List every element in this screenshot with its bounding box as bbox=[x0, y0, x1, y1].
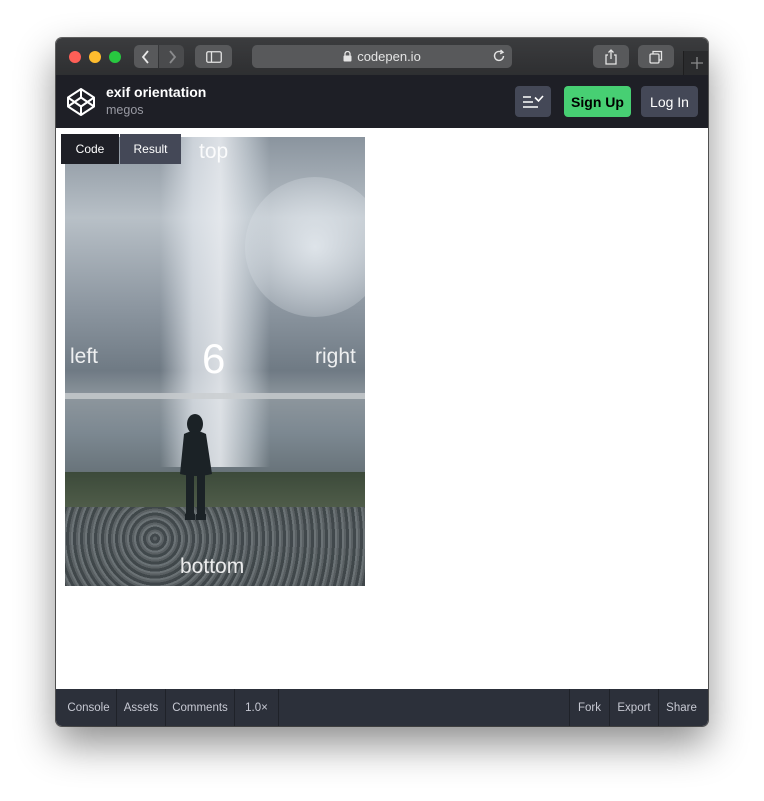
address-bar[interactable]: codepen.io bbox=[252, 45, 512, 68]
codepen-logo-icon[interactable] bbox=[66, 87, 96, 122]
new-tab-button[interactable] bbox=[683, 51, 708, 75]
show-tabs-button[interactable] bbox=[638, 45, 674, 68]
back-icon bbox=[141, 49, 149, 64]
forward-button[interactable] bbox=[159, 45, 184, 68]
sidebar-toggle-button[interactable] bbox=[195, 45, 232, 68]
orientation-bottom-label: bottom bbox=[180, 555, 245, 578]
pen-author[interactable]: megos bbox=[106, 103, 144, 117]
view-toggle-icon bbox=[523, 94, 544, 108]
exif-photo: top left right bottom 6 bbox=[65, 137, 365, 586]
orientation-right-label: right bbox=[315, 345, 356, 368]
result-tab[interactable]: Result bbox=[120, 134, 181, 164]
browser-window: codepen.io exif orientation megos Sign U… bbox=[56, 38, 708, 726]
tabs-icon bbox=[649, 50, 663, 64]
pen-title[interactable]: exif orientation bbox=[106, 84, 206, 100]
back-button[interactable] bbox=[134, 45, 158, 68]
browser-toolbar: codepen.io bbox=[56, 38, 708, 76]
forward-icon bbox=[168, 49, 176, 64]
console-button[interactable]: Console bbox=[61, 689, 117, 726]
comments-button[interactable]: Comments bbox=[166, 689, 235, 726]
share-button[interactable] bbox=[593, 45, 629, 68]
codepen-footer: Console Assets Comments 1.0× Fork Export… bbox=[56, 689, 708, 726]
orientation-top-label: top bbox=[199, 140, 229, 163]
share-icon bbox=[605, 48, 617, 65]
plus-icon bbox=[690, 57, 703, 69]
orientation-left-label: left bbox=[70, 345, 99, 368]
photo-horizon bbox=[65, 393, 365, 399]
codepen-header: exif orientation megos Sign Up Log In bbox=[56, 75, 708, 128]
sidebar-icon bbox=[205, 50, 222, 63]
fork-button[interactable]: Fork bbox=[569, 689, 609, 726]
reload-icon[interactable] bbox=[492, 49, 506, 66]
lock-icon bbox=[343, 51, 352, 62]
zoom-button[interactable]: 1.0× bbox=[235, 689, 279, 726]
export-button[interactable]: Export bbox=[609, 689, 658, 726]
code-tab[interactable]: Code bbox=[61, 134, 119, 164]
orientation-number: 6 bbox=[202, 335, 226, 382]
url-text: codepen.io bbox=[357, 49, 421, 64]
person-silhouette bbox=[180, 414, 212, 520]
zoom-window-button[interactable] bbox=[109, 51, 121, 63]
assets-button[interactable]: Assets bbox=[117, 689, 166, 726]
sign-up-button[interactable]: Sign Up bbox=[564, 86, 631, 117]
result-pane: top left right bottom 6 Code Result bbox=[56, 128, 708, 689]
change-view-button[interactable] bbox=[515, 86, 551, 117]
minimize-window-button[interactable] bbox=[89, 51, 101, 63]
close-window-button[interactable] bbox=[69, 51, 81, 63]
share-pen-button[interactable]: Share bbox=[658, 689, 704, 726]
log-in-button[interactable]: Log In bbox=[641, 86, 698, 117]
